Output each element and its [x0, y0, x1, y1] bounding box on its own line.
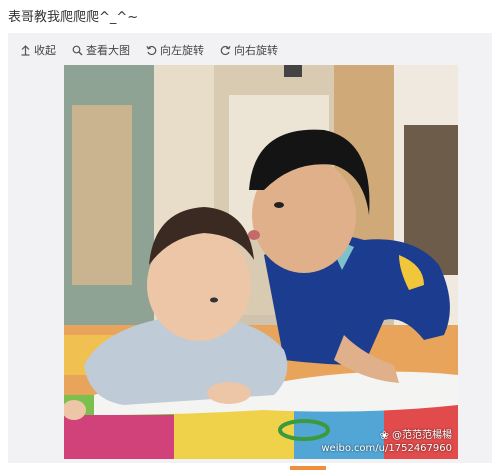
rotate-left-label: 向左旋转: [160, 44, 204, 57]
view-large-button[interactable]: 查看大图: [72, 42, 130, 58]
weibo-logo-icon: ❀: [379, 429, 389, 442]
watermark-user: @范范范楊楊: [392, 430, 452, 441]
arrow-up-icon: [21, 44, 30, 56]
view-large-label: 查看大图: [86, 44, 130, 57]
rotate-right-button[interactable]: 向右旋转: [220, 42, 278, 58]
photo[interactable]: ❀ @范范范楊楊 weibo.com/u/1752467960: [64, 65, 458, 459]
photo-illustration: [64, 65, 458, 459]
post-text: 表哥教我爬爬爬^_^~: [8, 10, 139, 25]
bottom-strip: [0, 463, 500, 470]
rotate-right-icon: [220, 45, 231, 55]
bottom-accent-tab[interactable]: [290, 466, 326, 470]
image-toolbar: 收起 查看大图 向左旋转 向右旋转: [20, 41, 278, 59]
rotate-left-icon: [146, 45, 157, 55]
collapse-button[interactable]: 收起: [20, 42, 56, 58]
rotate-left-button[interactable]: 向左旋转: [146, 42, 204, 58]
rotate-right-label: 向右旋转: [234, 44, 278, 57]
collapse-label: 收起: [34, 44, 56, 57]
watermark: ❀ @范范范楊楊 weibo.com/u/1752467960: [321, 429, 452, 455]
watermark-url: weibo.com/u/1752467960: [321, 443, 452, 454]
image-viewer-panel: 收起 查看大图 向左旋转 向右旋转 ❀ @范范范楊楊 weibo.com/u/1…: [8, 33, 492, 470]
magnifier-icon: [72, 45, 83, 55]
